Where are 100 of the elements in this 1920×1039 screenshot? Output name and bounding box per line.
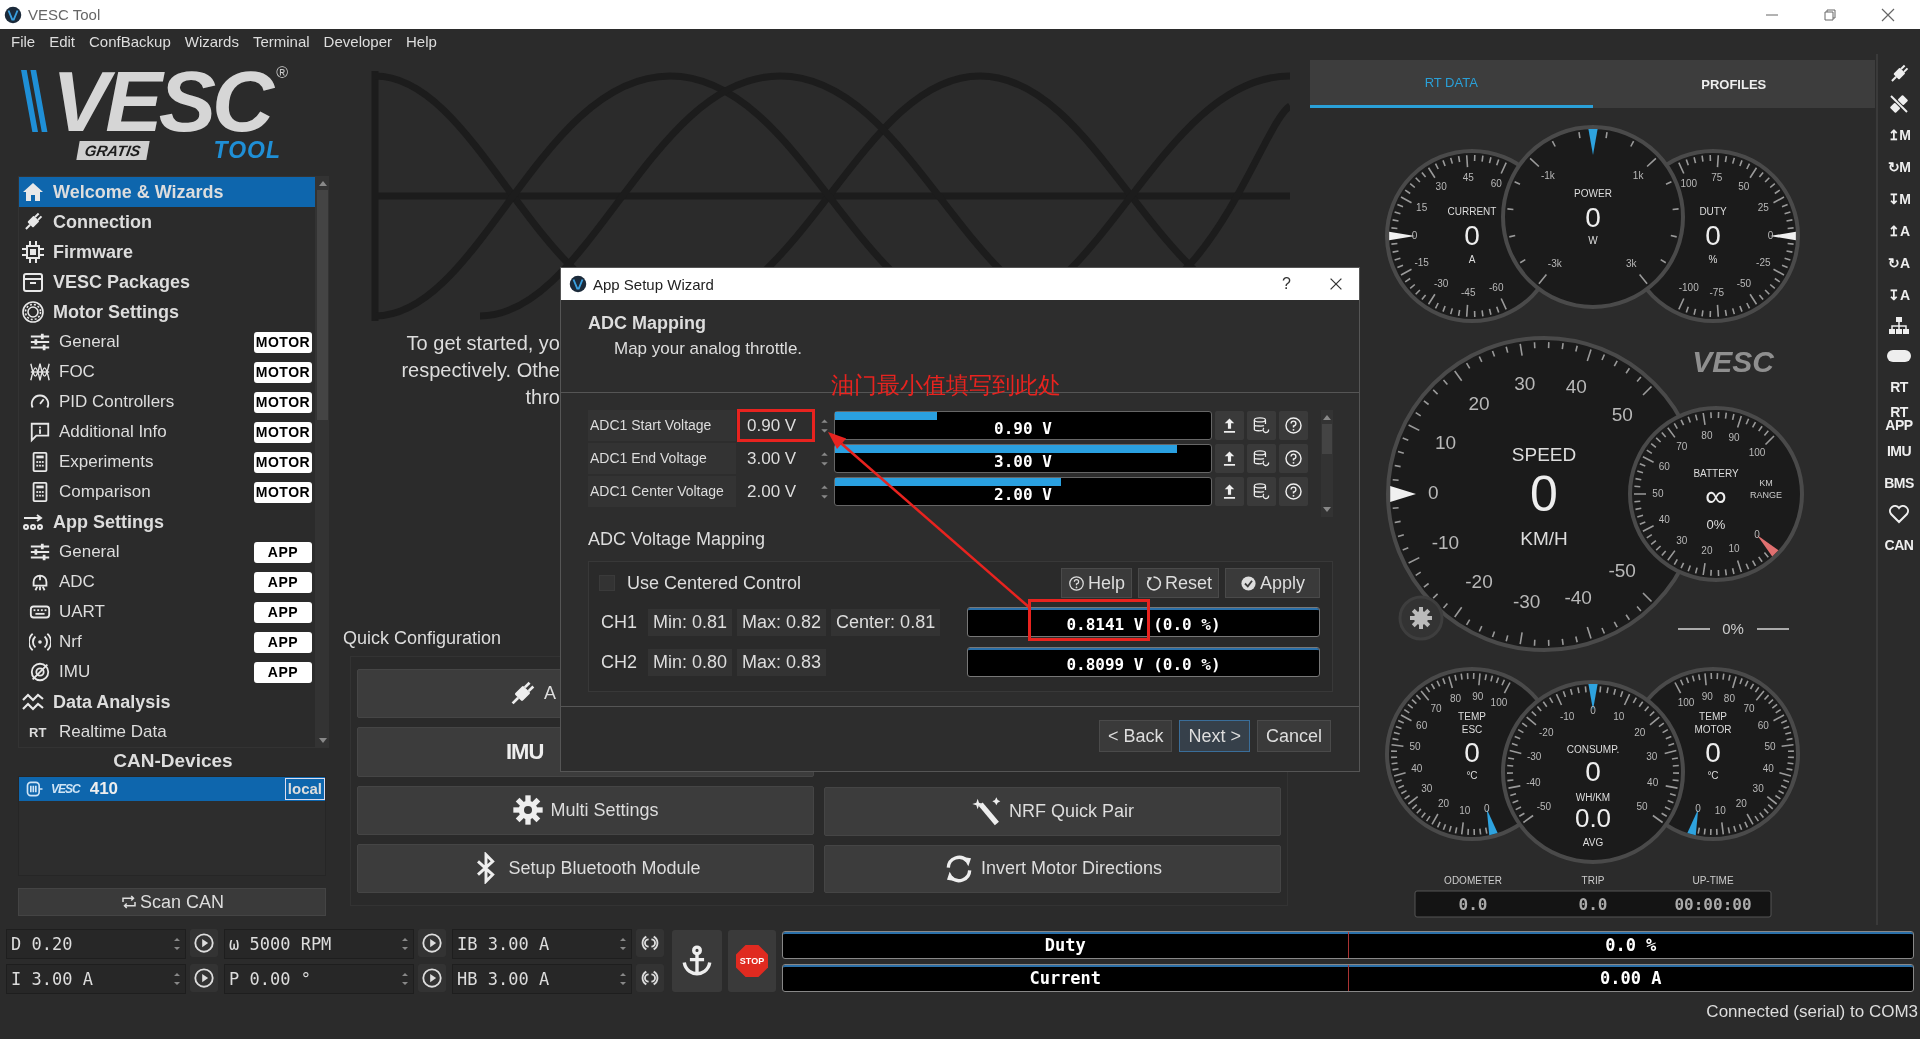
wizard-button[interactable]: Cancel: [1256, 720, 1331, 752]
voltage-reading: 0.8099 V (0.0 %): [1065, 655, 1222, 675]
help-icon[interactable]: [1279, 477, 1308, 506]
category-tag: MOTOR: [254, 421, 312, 443]
help-icon[interactable]: [1279, 411, 1308, 440]
play-icon[interactable]: [418, 963, 446, 992]
nav-item[interactable]: Additional Info MOTOR: [19, 417, 315, 447]
scale-label: 100: [1490, 696, 1508, 708]
menu-item[interactable]: Wizards: [177, 33, 246, 50]
play-icon[interactable]: [190, 963, 218, 992]
toolbar-button[interactable]: ↥M: [1887, 122, 1911, 148]
database-icon[interactable]: [1247, 411, 1276, 440]
spin-field[interactable]: ω 5000 RPM: [224, 928, 414, 959]
signal-icon[interactable]: [636, 928, 664, 957]
spin-field[interactable]: I 3.00 A: [6, 963, 186, 994]
value-field[interactable]: 0.90 V: [737, 409, 815, 442]
nav-item[interactable]: Welcome & Wizards: [19, 177, 315, 207]
quick-config-button[interactable]: Invert Motor Directions: [824, 844, 1281, 893]
group-button[interactable]: Help: [1060, 568, 1132, 598]
nav-item[interactable]: RT Realtime Data: [19, 717, 315, 747]
nav-item[interactable]: Comparison MOTOR: [19, 477, 315, 507]
menu-item[interactable]: ConfBackup: [82, 33, 178, 50]
anchor-icon[interactable]: [672, 930, 722, 992]
toolbar-button[interactable]: RT: [1890, 374, 1908, 400]
nav-item[interactable]: Data Analysis: [19, 687, 315, 717]
plug-crossed-icon[interactable]: [1887, 92, 1911, 116]
quick-config-button[interactable]: Multi Settings: [357, 785, 814, 835]
heart-icon[interactable]: [1887, 502, 1911, 526]
database-icon[interactable]: [1247, 477, 1276, 506]
nav-item[interactable]: VESC Packages: [19, 267, 315, 297]
toolbar-button[interactable]: ↻A: [1888, 250, 1910, 276]
spin-field[interactable]: D 0.20: [6, 928, 186, 959]
menu-item[interactable]: Terminal: [245, 33, 317, 50]
nav-item[interactable]: PID Controllers MOTOR: [19, 387, 315, 417]
toolbar-button[interactable]: RT APP: [1884, 406, 1914, 432]
nav-item[interactable]: Firmware: [19, 237, 315, 267]
scrollbar[interactable]: [316, 176, 329, 748]
play-icon[interactable]: [418, 928, 446, 957]
tab[interactable]: PROFILES: [1592, 60, 1875, 108]
toolbar-button[interactable]: CAN: [1884, 532, 1914, 558]
scroll-down-icon[interactable]: [1322, 506, 1332, 514]
settings-button[interactable]: [1398, 595, 1444, 641]
gauge-unit: °C: [1466, 769, 1478, 781]
spin-field[interactable]: IB 3.00 A: [452, 928, 632, 959]
toolbar-button[interactable]: ↥A: [1888, 218, 1910, 244]
nav-item[interactable]: General APP: [19, 537, 315, 567]
toolbar-button[interactable]: IMU: [1886, 438, 1912, 464]
stop-button[interactable]: STOP: [728, 930, 776, 992]
menu-item[interactable]: Developer: [316, 33, 399, 50]
quick-config-button[interactable]: NRF Quick Pair: [824, 787, 1281, 836]
help-button[interactable]: ?: [1282, 275, 1291, 293]
upload-icon[interactable]: [1215, 477, 1244, 506]
spin-field[interactable]: P 0.00 °: [224, 963, 414, 994]
group-button[interactable]: Reset: [1137, 568, 1219, 598]
scale-label: 70: [1676, 440, 1688, 452]
upload-icon[interactable]: [1215, 444, 1244, 473]
nav-item[interactable]: Motor Settings: [19, 297, 315, 327]
nav-item[interactable]: ADC APP: [19, 567, 315, 597]
toolbar-button[interactable]: ↧A: [1888, 282, 1910, 308]
section-title: ADC Voltage Mapping: [588, 528, 767, 551]
signal-icon[interactable]: [636, 963, 664, 992]
database-icon[interactable]: [1247, 444, 1276, 473]
scale-label: -20: [1539, 726, 1554, 738]
nav-item[interactable]: App Settings: [19, 507, 315, 537]
nav-item[interactable]: Nrf APP: [19, 627, 315, 657]
menu-item[interactable]: File: [4, 33, 43, 50]
tab[interactable]: RT DATA: [1310, 60, 1593, 108]
nav-item[interactable]: Experiments MOTOR: [19, 447, 315, 477]
scroll-thumb[interactable]: [317, 190, 328, 420]
value-field[interactable]: 3.00 V: [737, 442, 815, 475]
upload-icon[interactable]: [1215, 411, 1244, 440]
scroll-up-icon[interactable]: [1322, 413, 1332, 421]
nav-item[interactable]: FOC MOTOR: [19, 357, 315, 387]
scan-can-button[interactable]: Scan CAN: [18, 888, 326, 916]
scrollbar[interactable]: [1321, 410, 1333, 517]
help-icon[interactable]: [1279, 444, 1308, 473]
wizard-button[interactable]: < Back: [1098, 720, 1173, 752]
gauge-value: 0: [1705, 737, 1721, 769]
menu-item[interactable]: Edit: [42, 33, 83, 50]
nav-item[interactable]: UART APP: [19, 597, 315, 627]
menu-item[interactable]: Help: [399, 33, 444, 50]
gauge-unit: %: [1708, 253, 1718, 265]
scale-label: 60: [1757, 720, 1769, 731]
group-button[interactable]: Apply: [1224, 568, 1320, 598]
can-device-row[interactable]: VESC 410 local: [19, 777, 325, 801]
toolbar-button[interactable]: ↻M: [1887, 154, 1911, 180]
scale-label: -3k: [1547, 257, 1562, 269]
quick-config-button[interactable]: Setup Bluetooth Module: [357, 843, 814, 893]
scroll-down-icon[interactable]: [317, 737, 328, 745]
toolbar-button[interactable]: BMS: [1884, 470, 1914, 496]
nav-item[interactable]: Connection: [19, 207, 315, 237]
wizard-button[interactable]: Next >: [1179, 720, 1250, 752]
nav-item[interactable]: IMU APP: [19, 657, 315, 687]
scroll-up-icon[interactable]: [317, 179, 328, 187]
scale-label: 0: [1428, 482, 1439, 503]
toolbar-button[interactable]: ↧M: [1887, 186, 1911, 212]
value-field[interactable]: 2.00 V: [737, 475, 815, 508]
nav-item[interactable]: General MOTOR: [19, 327, 315, 357]
play-icon[interactable]: [190, 928, 218, 957]
spin-field[interactable]: HB 3.00 A: [452, 963, 632, 994]
